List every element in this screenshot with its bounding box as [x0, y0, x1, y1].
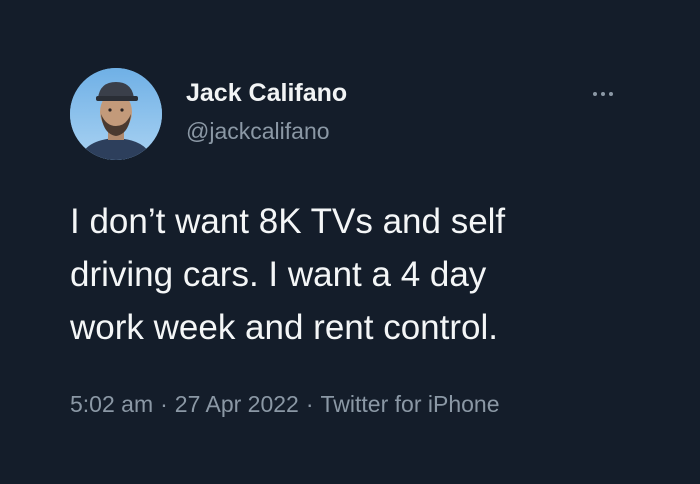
more-options-icon[interactable]	[583, 82, 623, 106]
avatar[interactable]	[70, 68, 162, 160]
display-name[interactable]: Jack Califano	[186, 79, 347, 108]
tweet-time[interactable]: 5:02 am	[70, 391, 153, 417]
tweet-text-line: driving cars. I want a 4 day	[70, 255, 487, 294]
tweet-meta: 5:02 am · 27 Apr 2022 · Twitter for iPhone	[70, 391, 499, 418]
dot	[609, 92, 613, 96]
tweet-source[interactable]: Twitter for iPhone	[321, 391, 500, 417]
tweet-text-line: work week and rent control.	[70, 308, 498, 347]
dot	[593, 92, 597, 96]
profile-photo-icon	[70, 68, 162, 160]
separator: ·	[305, 391, 314, 417]
user-handle[interactable]: @jackcalifano	[186, 118, 330, 145]
tweet-date[interactable]: 27 Apr 2022	[175, 391, 299, 417]
dot	[601, 92, 605, 96]
tweet-text: I don’t want 8K TVs and self driving car…	[70, 195, 670, 354]
tweet-card: Jack Califano @jackcalifano I don’t want…	[0, 0, 700, 484]
tweet-text-line: I don’t want 8K TVs and self	[70, 202, 506, 241]
separator: ·	[160, 391, 168, 417]
